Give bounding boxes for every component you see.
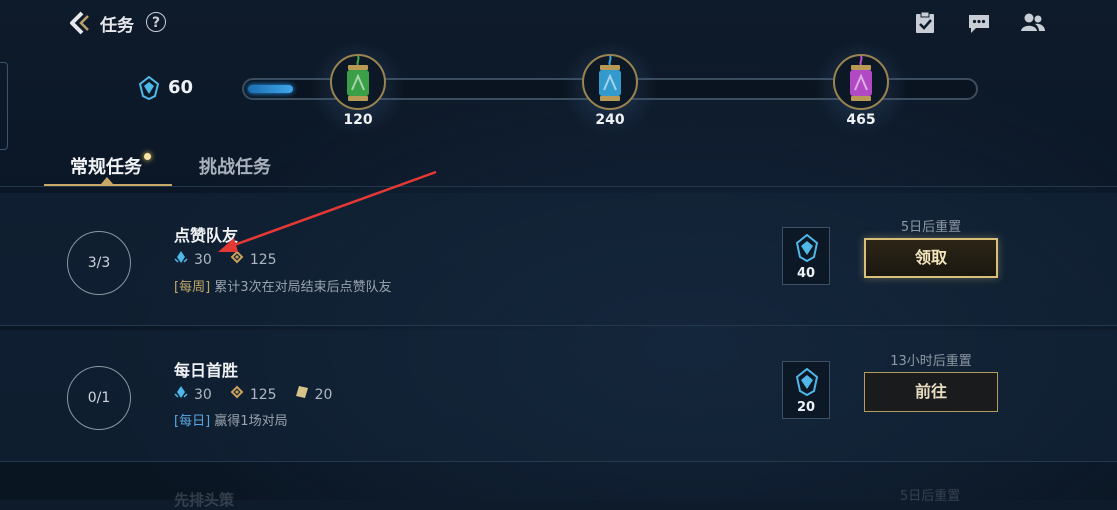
reset-timer-partial: 5日后重置	[900, 489, 961, 504]
milestone-value: 465	[846, 112, 876, 128]
reward-box-value: 40	[796, 266, 816, 281]
clipboard-icon[interactable]	[912, 10, 938, 36]
blue-essence-icon	[174, 386, 188, 398]
green-lantern-chest-icon	[347, 55, 369, 101]
blue-essence-icon	[174, 251, 188, 263]
reward-value: 30	[194, 387, 212, 403]
orange-essence-icon	[230, 385, 244, 399]
reward-value: 20	[314, 387, 333, 403]
help-icon[interactable]: ?	[146, 12, 166, 32]
milestone-chest[interactable]	[833, 54, 889, 110]
milestone-value: 120	[343, 112, 373, 128]
blue-essence-icon	[795, 368, 819, 396]
milestone-chest[interactable]	[582, 54, 638, 110]
annotation-arrow-icon	[218, 170, 437, 252]
quest-progress: 3/3	[67, 231, 131, 295]
quest-desc-text: 赢得1场对局	[214, 414, 288, 429]
page-title: 任务	[100, 16, 134, 36]
notification-dot	[144, 153, 151, 160]
quest-description: [每周] 累计3次在对局结束后点赞队友	[174, 276, 392, 295]
back-chevron-icon[interactable]	[66, 10, 92, 36]
purple-lantern-chest-icon	[850, 55, 872, 101]
quest-tag: [每周]	[174, 280, 211, 295]
blue-lantern-chest-icon	[599, 55, 621, 101]
quest-progress: 0/1	[67, 366, 131, 430]
friends-icon[interactable]	[1020, 10, 1046, 36]
quest-rewards: 30 125 20	[174, 385, 332, 403]
go-button[interactable]: 前往	[864, 372, 998, 412]
claim-button[interactable]: 领取	[864, 238, 998, 278]
milestone-value: 240	[595, 112, 625, 128]
progress-fill	[248, 85, 293, 93]
chat-icon[interactable]	[966, 10, 992, 36]
milestone-chest[interactable]	[330, 54, 386, 110]
blue-essence-icon	[795, 234, 819, 262]
row-divider	[0, 461, 1117, 462]
active-tab-caret	[101, 177, 113, 184]
divider	[0, 186, 1117, 187]
blue-essence-icon	[138, 76, 160, 100]
row-divider	[0, 325, 1117, 326]
quest-description: [每日] 赢得1场对局	[174, 410, 288, 429]
tab-regular-quests[interactable]: 常规任务	[70, 153, 142, 179]
ticket-icon	[295, 386, 308, 398]
quest-name: 每日首胜	[174, 361, 239, 380]
reset-timer: 13小时后重置	[890, 354, 972, 369]
quest-tag: [每日]	[174, 414, 211, 429]
reward-box-value: 20	[796, 400, 816, 415]
quest-desc-text: 累计3次在对局结束后点赞队友	[214, 280, 392, 295]
side-drawer-tab[interactable]	[0, 62, 8, 150]
reward-value: 125	[249, 387, 277, 403]
points-value: 60	[168, 77, 194, 98]
reset-timer: 5日后重置	[900, 220, 962, 235]
